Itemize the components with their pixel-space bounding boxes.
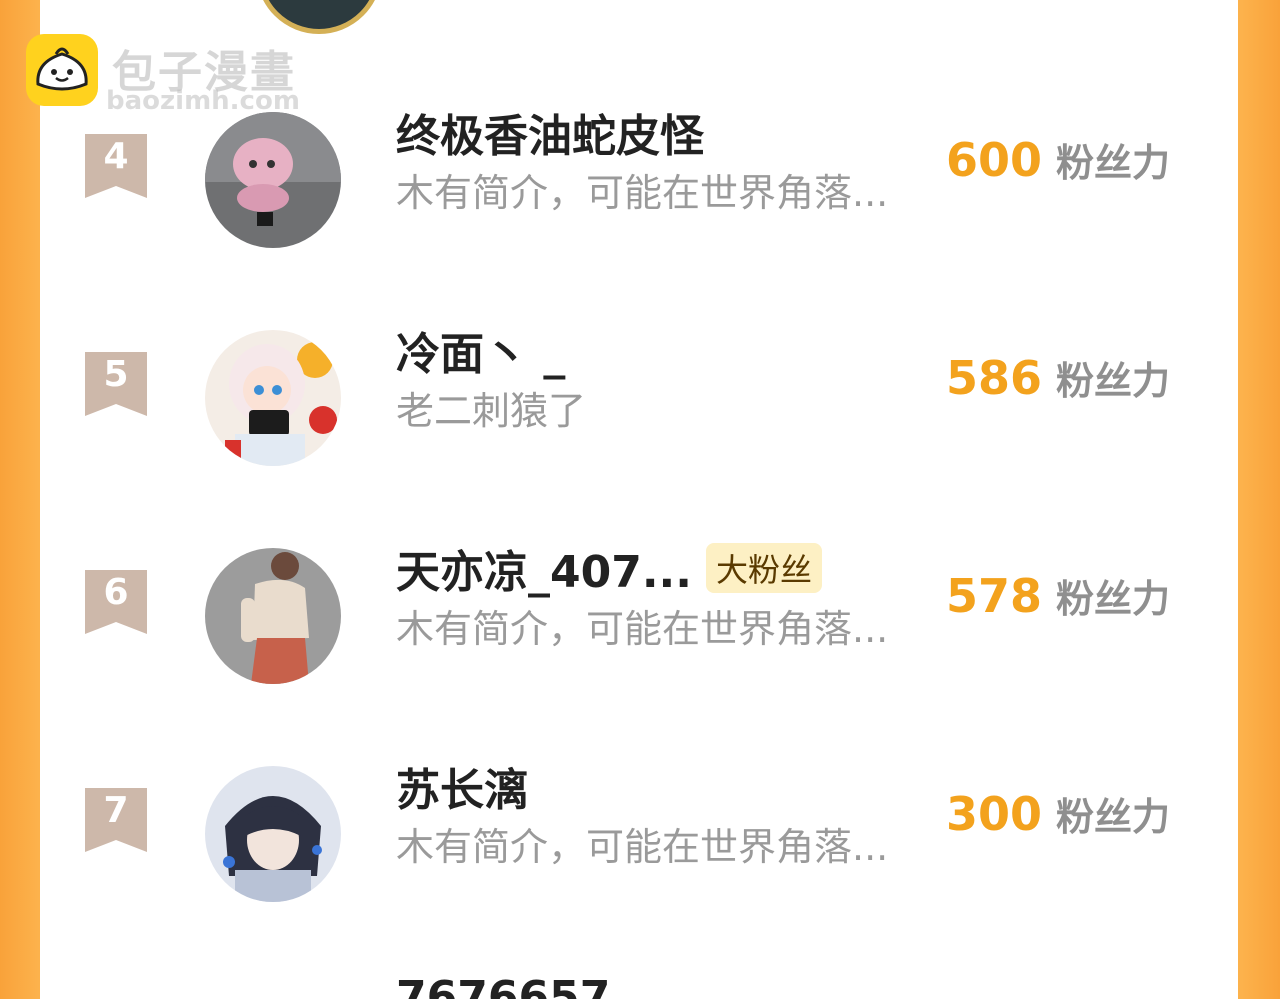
fans-score: 600 粉丝力 [946,132,1170,187]
fans-label: 粉丝力 [1056,359,1171,403]
user-avatar[interactable] [205,330,341,466]
user-name[interactable]: 冷面丶 _ [396,318,565,382]
user-avatar[interactable] [205,766,341,902]
rank-ribbon: 4 [85,134,147,198]
user-name[interactable]: 天亦凉_407... [396,536,692,600]
user-avatar[interactable] [205,548,341,684]
fans-value: 586 [946,351,1043,405]
fans-label: 粉丝力 [1056,577,1171,621]
fans-label: 粉丝力 [1056,795,1171,839]
fans-value: 300 [946,787,1043,841]
user-intro: 木有简介，可能在世界角落... [396,825,889,869]
fan-ranking-panel: 4 终极香油蛇皮怪 木有简介，可能在世界角落... 600 粉丝力 5 冷面丶 … [40,0,1238,999]
fans-value: 600 [946,133,1043,187]
rank-number: 5 [103,354,129,395]
fans-score: 578 粉丝力 [946,568,1170,623]
rank-number: 7 [103,790,129,831]
user-intro: 老二刺猿了 [396,389,587,433]
user-avatar[interactable] [205,112,341,248]
fans-label: 粉丝力 [1056,141,1171,185]
watermark-url: baozimh.com [106,86,300,116]
user-name[interactable]: 苏长漓 [396,754,528,818]
avatar-rank-3[interactable] [256,0,382,34]
rank-number: 4 [103,136,129,177]
baozi-watermark: 包子漫畫 baozimh.com [26,34,326,116]
next-user-name[interactable]: 7676657 [396,972,610,999]
fans-value: 578 [946,569,1043,623]
ranking-row-7[interactable]: 7 苏长漓 木有简介，可能在世界角落... 300 粉丝力 [40,765,1238,928]
rank-ribbon: 6 [85,570,147,634]
rank-ribbon: 5 [85,352,147,416]
user-intro: 木有简介，可能在世界角落... [396,607,889,651]
fans-score: 586 粉丝力 [946,350,1170,405]
user-intro: 木有简介，可能在世界角落... [396,171,889,215]
big-fan-badge: 大粉丝 [706,543,823,593]
ranking-row-6[interactable]: 6 天亦凉_407... 大粉丝 木有简介，可能在世界角落... 578 粉丝力 [40,543,1238,710]
baozi-logo-icon [26,34,98,106]
rank-ribbon: 7 [85,788,147,852]
ranking-row-5[interactable]: 5 冷面丶 _ 老二刺猿了 586 粉丝力 [40,329,1238,492]
rank-number: 6 [103,572,129,613]
ranking-row-4[interactable]: 4 终极香油蛇皮怪 木有简介，可能在世界角落... 600 粉丝力 [40,111,1238,274]
fans-score: 300 粉丝力 [946,786,1170,841]
user-name[interactable]: 终极香油蛇皮怪 [396,100,704,164]
